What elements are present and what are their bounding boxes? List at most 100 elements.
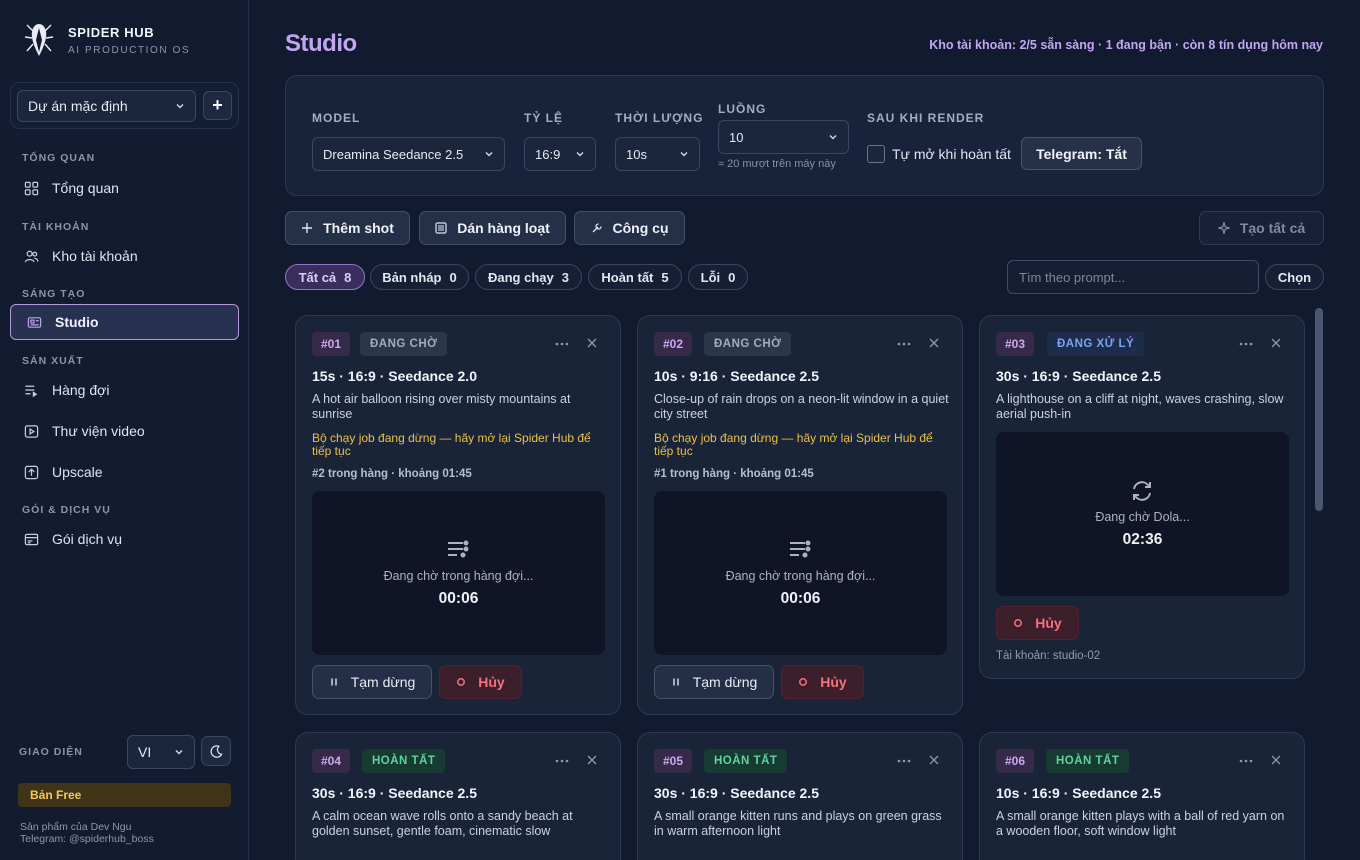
add-shot-label: Thêm shot [323,220,394,236]
threads-value: 10 [729,129,744,145]
shot-prompt: A small orange kitten plays with a ball … [996,809,1285,838]
close-icon[interactable] [1270,337,1282,349]
filter-label: Tất cả [298,269,337,285]
cancel-button[interactable]: Hủy [996,606,1079,640]
video-preview: Đang chờ trong hàng đợi... 00:06 [312,491,605,655]
sidebar-item-label: Studio [55,314,99,330]
preview-timer: 00:06 [438,590,479,607]
pause-button[interactable]: Tạm dừng [312,665,432,699]
telegram-toggle-button[interactable]: Telegram: Tắt [1021,137,1142,170]
cancel-button[interactable]: Hủy [439,665,522,699]
filter-count: 5 [661,269,669,285]
model-select[interactable]: Dreamina Seedance 2.5 [312,137,505,171]
create-all-button[interactable]: Tạo tất cả [1199,211,1324,245]
credit-author: Sản phẩm của Dev Ngu [20,821,132,833]
tools-button[interactable]: Công cụ [574,211,685,245]
sidebar-item-overview[interactable]: Tổng quan [10,170,239,206]
shot-card: #05 HOÀN TẤT 30s · 16:9 · Seedance 2.5 A… [637,732,963,860]
shot-card: #03 ĐANG XỬ LÝ 30s · 16:9 · Seedance 2.5… [979,315,1305,679]
nav-section-create: SÁNG TẠO [22,288,86,300]
search-input[interactable] [1007,260,1259,294]
filter-count: 3 [561,269,569,285]
close-icon[interactable] [928,337,940,349]
sidebar-item-studio[interactable]: Studio [10,304,239,340]
more-icon[interactable] [1238,336,1254,352]
sidebar-item-video-library[interactable]: Thư viện video [10,413,239,449]
threads-select[interactable]: 10 [718,120,849,154]
filter-count: 0 [728,269,736,285]
shot-id-badge: #05 [654,749,693,773]
add-shot-button[interactable]: Thêm shot [285,211,410,245]
wrench-icon [592,223,602,233]
queue-position: #1 trong hàng · khoảng 01:45 [654,468,814,480]
filter-count: 0 [449,269,457,285]
chevron-down-icon [176,103,184,109]
ratio-select[interactable]: 16:9 [524,137,596,171]
close-icon[interactable] [1270,754,1282,766]
chevron-down-icon [175,749,183,755]
plan-badge: Bản Free [18,783,231,807]
filter-running[interactable]: Đang chạy 3 [475,264,582,290]
sidebar-item-upscale[interactable]: Upscale [10,454,239,490]
more-icon[interactable] [554,336,570,352]
select-button[interactable]: Chọn [1265,264,1324,290]
video-preview: Đang chờ Dola... 02:36 [996,432,1289,596]
filter-done[interactable]: Hoàn tất 5 [588,264,682,290]
status-badge: ĐANG CHỜ [704,332,792,356]
ratio-value: 16:9 [535,146,561,162]
filter-label: Bản nháp [382,269,442,285]
play-icon [24,424,39,438]
more-icon[interactable] [896,336,912,352]
cancel-button[interactable]: Hủy [781,665,864,699]
chevron-down-icon [485,151,493,157]
sidebar-item-label: Tổng quan [52,180,119,196]
more-icon[interactable] [1238,753,1254,769]
shot-summary: 10s · 9:16 · Seedance 2.5 [654,368,819,384]
queue-icon [448,540,469,558]
video-preview: Đang chờ trong hàng đợi... 00:06 [654,491,947,655]
close-icon[interactable] [586,337,598,349]
sparkle-icon [1217,222,1230,234]
nav-section-plans: GÓI & DỊCH VỤ [22,504,111,516]
filter-label: Hoàn tất [601,269,654,285]
queue-position: #2 trong hàng · khoảng 01:45 [312,468,472,480]
more-icon[interactable] [554,753,570,769]
render-config-panel: MODEL Dreamina Seedance 2.5 TỶ LỆ 16:9 T… [285,75,1324,196]
language-value: VI [138,744,152,760]
theme-toggle-button[interactable] [201,736,231,766]
language-select[interactable]: VI [127,735,195,769]
pause-button[interactable]: Tạm dừng [654,665,774,699]
add-project-button[interactable]: + [203,91,232,120]
create-all-label: Tạo tất cả [1239,220,1306,236]
pause-icon [330,678,337,686]
preview-timer: 02:36 [1122,531,1163,548]
project-selector: Dự án mặc định + [10,82,239,129]
status-badge: HOÀN TẤT [704,749,788,773]
more-icon[interactable] [896,753,912,769]
sidebar-item-accounts[interactable]: Kho tài khoản [10,238,239,274]
brand-subtitle: AI PRODUCTION OS [68,44,191,56]
cancel-label: Hủy [1035,615,1062,631]
project-select[interactable]: Dự án mặc định [17,90,196,122]
filter-label: Lỗi [700,269,721,285]
shot-prompt: A small orange kitten runs and plays on … [654,809,942,838]
auto-open-label[interactable]: Tự mở khi hoàn tất [892,146,1011,162]
sidebar-item-label: Gói dịch vụ [52,531,123,547]
close-icon[interactable] [928,754,940,766]
sidebar-item-label: Upscale [52,464,103,480]
shot-summary: 30s · 16:9 · Seedance 2.5 [996,368,1161,384]
close-icon[interactable] [586,754,598,766]
filter-all[interactable]: Tất cả 8 [285,264,365,290]
paste-batch-button[interactable]: Dán hàng loạt [419,211,566,245]
duration-select[interactable]: 10s [615,137,700,171]
preview-timer: 00:06 [780,590,821,607]
status-badge: HOÀN TẤT [362,749,446,773]
sidebar-item-queue[interactable]: Hàng đợi [10,372,239,408]
scrollbar-thumb[interactable] [1315,308,1323,511]
filter-error[interactable]: Lỗi 0 [688,264,748,290]
studio-icon [27,316,42,328]
filter-draft[interactable]: Bản nháp 0 [370,264,469,290]
auto-open-checkbox[interactable] [867,145,885,163]
refresh-icon [1133,481,1151,501]
sidebar-item-plans[interactable]: Gói dịch vụ [10,521,239,557]
